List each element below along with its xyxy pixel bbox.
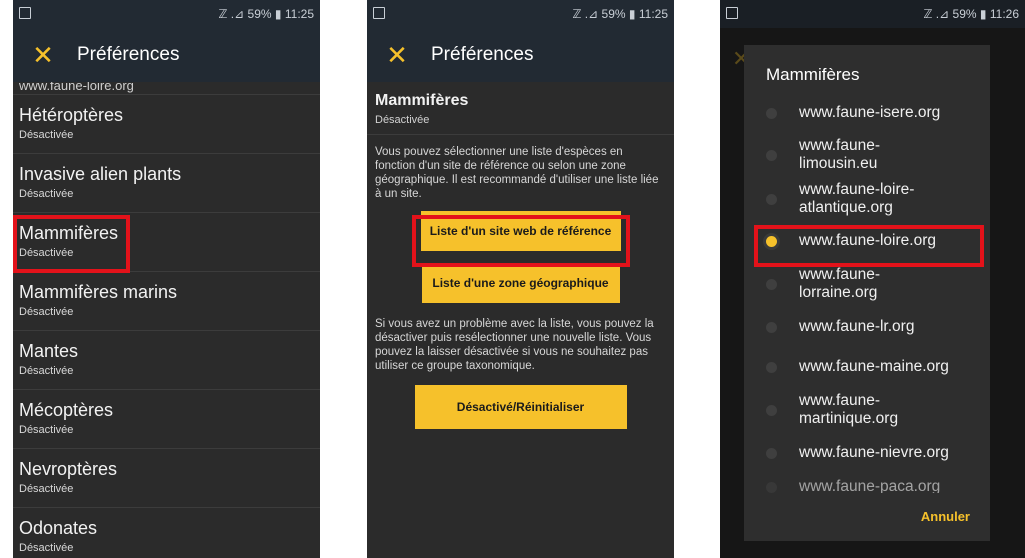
list-item-title: Hétéroptères [19, 105, 124, 125]
list-item-title: Mammifères [19, 223, 119, 243]
battery-level: 59% [601, 7, 626, 21]
screen-preferences-list: ℤ .⊿ 59% ▮ 11:25 ✕ Préférences www.faune… [13, 0, 320, 558]
preference-list: www.faune-loire.org Hétéroptères Désacti… [13, 82, 320, 558]
list-item-status: Désactivée [19, 247, 74, 259]
status-bar: ℤ .⊿ 59% ▮ 11:25 [13, 0, 320, 28]
option-label: www.faune-limousin.eu [799, 137, 880, 172]
page-title: Préférences [77, 44, 180, 65]
list-item-status: Désactivée [19, 424, 74, 436]
group-status: Désactivée [375, 114, 430, 126]
list-item-partial: www.faune-loire.org [13, 82, 320, 95]
close-icon[interactable]: ✕ [377, 42, 417, 68]
clock: 11:25 [284, 7, 314, 21]
radio-option[interactable]: www.faune-martinique.org [744, 387, 990, 433]
list-item-title: Invasive alien plants [19, 164, 182, 184]
clock: 11:25 [638, 7, 668, 21]
list-item-title: Mammifères marins [19, 282, 178, 302]
signal-icon: ℤ .⊿ [572, 7, 599, 21]
help-text: Si vous avez un problème avec la liste, … [375, 318, 654, 372]
radio-button-selected[interactable] [766, 235, 777, 247]
radio-button[interactable] [766, 447, 777, 459]
radio-button[interactable] [766, 278, 777, 290]
option-label: www.faune-loire.org [799, 232, 936, 249]
radio-option[interactable]: www.faune-isere.org [744, 93, 990, 133]
radio-option[interactable]: www.faune-lr.org [744, 307, 990, 347]
group-title: Mammifères [375, 92, 469, 109]
site-selection-dialog: Mammifères www.faune-isere.org www.faune… [744, 45, 990, 541]
screen-list-settings: ℤ .⊿ 59% ▮ 11:25 ✕ Préférences Mammifère… [367, 0, 674, 558]
radio-button[interactable] [766, 321, 777, 333]
battery-level: 59% [247, 7, 272, 21]
radio-option[interactable]: www.faune-maine.org [744, 347, 990, 387]
list-item[interactable]: Hétéroptères Désactivée [13, 95, 320, 154]
list-item-title: Mécoptères [19, 400, 114, 420]
screen-site-selection: ℤ .⊿ 59% ▮ 11:26 ✕ Mammifères www.faune-… [720, 0, 1025, 558]
list-item[interactable]: Nevroptères Désactivée [13, 449, 320, 508]
option-label: www.faune-paca.org [799, 478, 941, 493]
signal-icon: ℤ .⊿ [218, 7, 245, 21]
dialog-title: Mammifères [766, 65, 860, 84]
signal-icon: ℤ .⊿ [923, 7, 950, 21]
reset-button[interactable]: Désactivé/Réinitialiser [414, 385, 627, 429]
radio-button[interactable] [766, 482, 777, 493]
option-label: www.faune-lr.org [799, 318, 915, 335]
group-header: Mammifères Désactivée [367, 82, 674, 135]
battery-icon: ▮ [979, 7, 987, 21]
list-item-status: Désactivée [19, 483, 74, 495]
radio-option-selected[interactable]: www.faune-loire.org [744, 221, 990, 261]
radio-option[interactable]: www.faune-loire-atlantique.org [744, 177, 990, 221]
option-label: www.faune-nievre.org [799, 444, 949, 461]
list-item-status: Désactivée [19, 542, 74, 554]
list-item-title: Mantes [19, 341, 79, 361]
app-toolbar: ✕ Préférences [13, 28, 320, 82]
list-item-status: Désactivée [19, 129, 74, 141]
battery-icon: ▮ [628, 7, 636, 21]
list-item-status: Désactivée [19, 365, 74, 377]
list-item-mammiferes[interactable]: Mammifères Désactivée [13, 213, 320, 272]
radio-button[interactable] [766, 149, 777, 161]
status-bar: ℤ .⊿ 59% ▮ 11:26 [720, 0, 1025, 28]
cancel-button[interactable]: Annuler [915, 508, 976, 525]
option-label: www.faune-lorraine.org [799, 266, 880, 301]
app-toolbar: ✕ Préférences [367, 28, 674, 82]
radio-option[interactable]: www.faune-limousin.eu [744, 133, 990, 177]
status-bar: ℤ .⊿ 59% ▮ 11:25 [367, 0, 674, 28]
list-item-status: Désactivée [19, 306, 74, 318]
option-label: www.faune-isere.org [799, 104, 941, 121]
radio-option[interactable]: www.faune-lorraine.org [744, 261, 990, 307]
notification-icon [726, 6, 738, 19]
radio-button[interactable] [766, 107, 777, 119]
battery-level: 59% [952, 7, 977, 21]
geographic-zone-list-button[interactable]: Liste d'une zone géographique [421, 263, 620, 303]
list-item[interactable]: Odonates Désactivée [13, 508, 320, 558]
radio-button[interactable] [766, 193, 777, 205]
clock: 11:26 [989, 7, 1019, 21]
radio-option-partial[interactable]: www.faune-paca.org [744, 473, 990, 493]
list-item-title: Nevroptères [19, 459, 118, 479]
list-item[interactable]: Mantes Désactivée [13, 331, 320, 390]
list-item[interactable]: Mammifères marins Désactivée [13, 272, 320, 331]
list-item[interactable]: Invasive alien plants Désactivée [13, 154, 320, 213]
description-text: Vous pouvez sélectionner une liste d'esp… [375, 146, 659, 200]
list-item-title: Odonates [19, 518, 98, 538]
notification-icon [373, 6, 385, 19]
option-label: www.faune-maine.org [799, 358, 949, 375]
page-title: Préférences [431, 44, 534, 65]
radio-button[interactable] [766, 361, 777, 373]
radio-option[interactable]: www.faune-nievre.org [744, 433, 990, 473]
option-label: www.faune-loire-atlantique.org [799, 181, 915, 216]
close-icon[interactable]: ✕ [23, 42, 63, 68]
battery-icon: ▮ [274, 7, 282, 21]
reference-site-list-button[interactable]: Liste d'un site web de référence [420, 211, 621, 251]
notification-icon [19, 6, 31, 19]
option-label: www.faune-martinique.org [799, 392, 899, 427]
list-item[interactable]: Mécoptères Désactivée [13, 390, 320, 449]
list-item-status: Désactivée [19, 188, 74, 200]
radio-button[interactable] [766, 404, 777, 416]
